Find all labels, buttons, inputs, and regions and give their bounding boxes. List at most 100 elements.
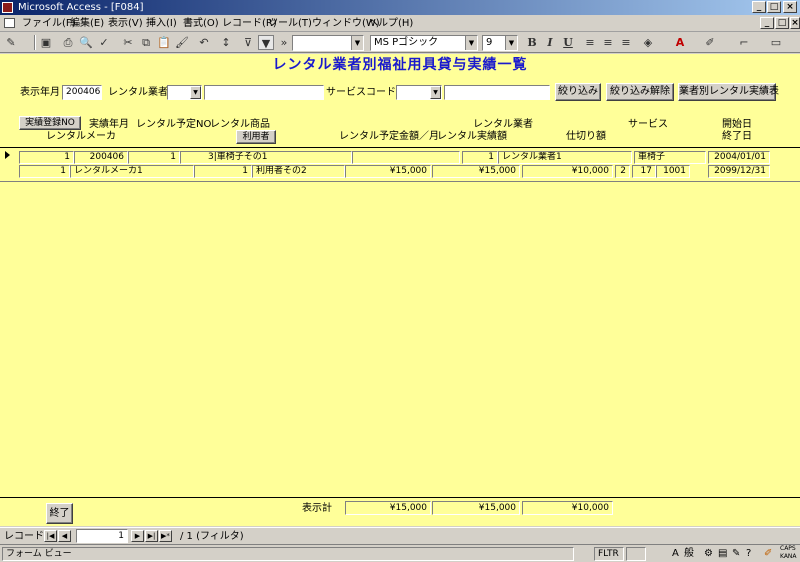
maker-name-cell[interactable]: レンタルメーカ1	[70, 165, 194, 178]
actual-amount-cell[interactable]: ¥15,000	[432, 165, 520, 178]
paste-icon[interactable]: 📋	[156, 35, 172, 50]
print-preview-icon[interactable]: 🔍	[78, 35, 94, 50]
rental-vendor-name-field[interactable]	[204, 85, 324, 100]
doc-close-button[interactable]: ×	[790, 17, 800, 29]
planned-amount-cell[interactable]: ¥15,000	[345, 165, 431, 178]
sort-icon[interactable]: ↕	[218, 35, 234, 50]
apply-filter-icon[interactable]: ▼	[258, 35, 274, 50]
align-center-icon[interactable]: ≡	[600, 35, 616, 50]
end-date-cell[interactable]: 2099/12/31	[708, 165, 770, 178]
service-type-cell[interactable]: 2	[615, 165, 630, 178]
status-panel-blank	[626, 547, 646, 561]
menu-help[interactable]: ヘルプ(H)	[368, 17, 413, 30]
record-month-cell[interactable]: 200406	[74, 151, 128, 164]
line-color-icon[interactable]: ✐	[702, 35, 718, 50]
menu-tools[interactable]: ツール(T)	[268, 17, 312, 30]
vendor-name-cell[interactable]: レンタル業者1	[498, 151, 632, 164]
record-count: / 1 (フィルタ)	[180, 531, 244, 542]
format-painter-icon[interactable]: 🖌	[174, 35, 190, 50]
maker-no-cell[interactable]: 1	[19, 165, 70, 178]
record-no-button[interactable]: 実績登録NO	[19, 116, 81, 130]
purchase-amount-cell[interactable]: ¥10,000	[522, 165, 613, 178]
user-no-cell[interactable]: 1	[194, 165, 252, 178]
print-icon[interactable]: ⎙	[60, 35, 76, 50]
undo-icon[interactable]: ↶	[196, 35, 212, 50]
vendor-report-button[interactable]: 業者別レンタル実績表	[678, 83, 779, 101]
service-code-b-cell[interactable]: 1001	[656, 165, 690, 178]
unfilter-button[interactable]: 絞り込み解除	[606, 83, 674, 101]
user-button[interactable]: 利用者	[236, 130, 276, 144]
doc-minimize-button[interactable]: _	[760, 17, 774, 29]
italic-button[interactable]: I	[542, 35, 558, 50]
last-record-button[interactable]: ▶|	[145, 530, 158, 542]
status-bar: フォーム ビュー FLTR A 般 ⚙ ▤ ✎ ? ✐ CAPS KANA	[0, 544, 800, 562]
menu-view[interactable]: 表示(V)	[108, 17, 143, 30]
menu-format[interactable]: 書式(O)	[183, 17, 219, 30]
font-name-combo[interactable]: MS Pゴシック ▼	[370, 35, 478, 51]
ime-mode-icon[interactable]: A	[672, 546, 679, 562]
service-name-cell[interactable]: 車椅子	[634, 151, 706, 164]
object-combo[interactable]: ▼	[292, 35, 364, 51]
planned-blank-cell[interactable]	[352, 151, 460, 164]
form-body: レンタル業者別福祉用具貸与実績一覧 表示年月 200406 レンタル業者 ▼ サ…	[0, 54, 800, 526]
record-divider	[0, 181, 800, 182]
maximize-button[interactable]: □	[767, 1, 781, 13]
copy-icon[interactable]: ⧉	[138, 35, 154, 50]
align-right-icon[interactable]: ≡	[618, 35, 634, 50]
more-buttons-icon[interactable]: »	[276, 35, 292, 50]
menu-edit[interactable]: 編集(E)	[70, 17, 104, 30]
start-date-cell[interactable]: 2004/01/01	[708, 151, 770, 164]
display-month-input[interactable]: 200406	[62, 85, 102, 100]
spelling-icon[interactable]: ✓	[96, 35, 112, 50]
document-icon[interactable]	[4, 18, 15, 28]
view-icon[interactable]: ✎	[3, 35, 19, 50]
prev-record-button[interactable]: ◀	[58, 530, 71, 542]
chevron-down-icon[interactable]: ▼	[190, 86, 201, 99]
vendor-no-cell[interactable]: 1	[462, 151, 498, 164]
filter-by-selection-icon[interactable]: ⊽	[240, 35, 256, 50]
ime-dictionary-icon[interactable]: ⚙	[704, 546, 713, 562]
save-icon[interactable]: ▣	[38, 35, 54, 50]
next-record-button[interactable]: ▶	[131, 530, 144, 542]
doc-restore-button[interactable]: □	[775, 17, 789, 29]
menu-insert[interactable]: 挿入(I)	[146, 17, 177, 30]
menu-file[interactable]: ファイル(F)	[22, 17, 76, 30]
service-code-name-field[interactable]	[444, 85, 550, 100]
bold-button[interactable]: B	[524, 35, 540, 50]
product-cell[interactable]: 3|車椅子その1	[180, 151, 352, 164]
special-effect-icon[interactable]: ▭	[768, 35, 784, 50]
filter-button[interactable]: 絞り込み	[555, 83, 601, 101]
border-width-icon[interactable]: ⌐	[736, 35, 752, 50]
font-color-icon[interactable]: A	[672, 35, 688, 50]
total-actual-field: ¥15,000	[432, 501, 520, 515]
user-name-cell[interactable]: 利用者その2	[252, 165, 345, 178]
status-fltr: FLTR	[594, 547, 624, 561]
ime-pad-icon[interactable]: ▤	[718, 546, 727, 562]
record-selector[interactable]	[4, 149, 13, 179]
record-no-cell[interactable]: 1	[19, 151, 74, 164]
fill-color-icon[interactable]: ◈	[640, 35, 656, 50]
total-purchase-field: ¥10,000	[522, 501, 613, 515]
plan-no-cell[interactable]: 1	[128, 151, 180, 164]
ime-conversion[interactable]: 般	[684, 546, 694, 562]
first-record-button[interactable]: |◀	[44, 530, 57, 542]
chevron-down-icon[interactable]: ▼	[430, 86, 441, 99]
kana-indicator: KANA	[780, 553, 797, 560]
underline-button[interactable]: U	[560, 35, 576, 50]
font-size-combo[interactable]: 9 ▼	[482, 35, 518, 51]
exit-button[interactable]: 終了	[46, 503, 73, 524]
new-record-button[interactable]: ▶*	[159, 530, 172, 542]
cut-icon[interactable]: ✂	[120, 35, 136, 50]
ime-help-icon[interactable]: ?	[746, 546, 751, 562]
service-code-combo[interactable]: ▼	[396, 85, 442, 100]
align-left-icon[interactable]: ≡	[582, 35, 598, 50]
ime-options-icon[interactable]: ✐	[764, 546, 772, 562]
ime-tools-icon[interactable]: ✎	[732, 546, 740, 562]
toolbar-separator	[34, 35, 36, 50]
header-divider	[0, 147, 800, 148]
rental-vendor-combo[interactable]: ▼	[167, 85, 202, 100]
record-number-input[interactable]: 1	[76, 529, 128, 543]
service-code-a-cell[interactable]: 17	[632, 165, 656, 178]
close-button[interactable]: ×	[783, 1, 797, 13]
minimize-button[interactable]: _	[752, 1, 766, 13]
